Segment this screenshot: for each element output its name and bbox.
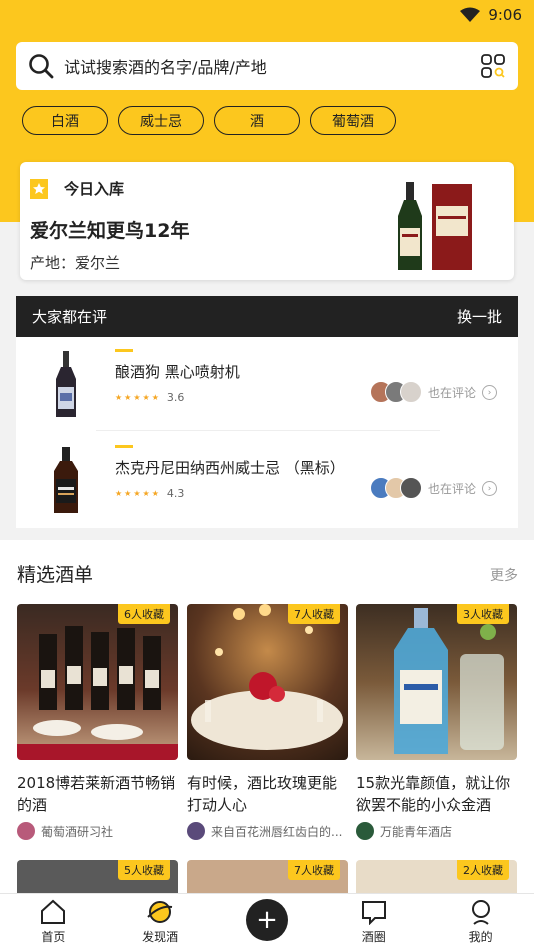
tab-label: 我的 <box>468 930 493 944</box>
gin-bottle-photo <box>394 608 504 754</box>
also-reviewing[interactable]: 也在评论 › <box>428 480 498 497</box>
community-review-panel: 大家都在评 换一批 酿酒狗 黑心喷射机 ★★★★★ 3.6 也在评论 › 杰克丹… <box>16 296 518 528</box>
curated-lists-section: 精选酒单 更多 6人收藏 2018博若莱新酒节畅销的酒 葡萄酒研习社 7人收藏 … <box>0 540 534 900</box>
more-link[interactable]: 更多 <box>490 565 518 585</box>
list-card[interactable]: 6人收藏 2018博若莱新酒节畅销的酒 葡萄酒研习社 <box>17 604 178 840</box>
tab-profile[interactable]: 我的 <box>441 899 521 945</box>
review-item-name: 杰克丹尼田纳西州威士忌 （黑标） <box>115 459 345 477</box>
favorite-count-badge: 6人收藏 <box>118 604 170 624</box>
favorite-count-badge: 7人收藏 <box>288 604 340 624</box>
star-bookmark-icon <box>30 178 48 199</box>
rating-score: 3.6 <box>166 391 185 404</box>
reviewer-avatars <box>370 381 422 403</box>
chip-jiu[interactable]: 酒 <box>214 106 300 135</box>
chip-baijiu[interactable]: 白酒 <box>22 106 108 135</box>
tab-label: 发现酒 <box>142 930 179 944</box>
search-bar[interactable]: 试试搜索酒的名字/品牌/产地 <box>16 42 518 90</box>
avatar <box>400 477 422 499</box>
star-icons: ★★★★★ <box>115 393 161 402</box>
review-header: 大家都在评 换一批 <box>16 296 518 337</box>
search-placeholder[interactable]: 试试搜索酒的名字/品牌/产地 <box>64 54 480 78</box>
also-reviewing-label: 也在评论 <box>428 482 477 496</box>
also-reviewing[interactable]: 也在评论 › <box>428 384 498 401</box>
avatar <box>187 822 205 840</box>
today-product-origin: 产地：爱尔兰 <box>30 254 121 272</box>
search-icon <box>29 54 54 79</box>
review-item[interactable]: 杰克丹尼田纳西州威士忌 （黑标） ★★★★★ 4.3 也在评论 › <box>16 433 518 525</box>
tab-label: 酒圈 <box>361 930 386 944</box>
today-tag-label: 今日入库 <box>64 180 125 198</box>
tab-label: 首页 <box>41 930 66 944</box>
beer-bottle-image <box>56 351 76 417</box>
review-item[interactable]: 酿酒狗 黑心喷射机 ★★★★★ 3.6 也在评论 › <box>16 337 518 429</box>
also-reviewing-label: 也在评论 <box>428 386 477 400</box>
favorite-count-badge: 5人收藏 <box>118 860 170 880</box>
divider <box>96 430 440 431</box>
whiskey-bottle-image <box>54 447 78 513</box>
chat-bubble-icon <box>361 901 386 925</box>
favorite-count-badge: 7人收藏 <box>288 860 340 880</box>
today-stock-card[interactable]: 今日入库 爱尔兰知更鸟12年 产地：爱尔兰 <box>20 162 514 280</box>
tab-home[interactable]: 首页 <box>13 899 93 945</box>
today-tag: 今日入库 <box>30 178 124 199</box>
list-card[interactable]: 7人收藏 有时候，酒比玫瑰更能打动人心 来自百花洲唇红齿白的... <box>187 604 348 840</box>
review-item-name: 酿酒狗 黑心喷射机 <box>115 363 240 381</box>
list-card-title: 15款光靠颜值，就让你欲罢不能的小众金酒 <box>356 774 511 814</box>
rating-stars: ★★★★★ 4.3 <box>115 487 184 500</box>
avatar <box>17 822 35 840</box>
category-chips: 白酒 威士忌 酒 葡萄酒 <box>22 106 396 135</box>
wine-bottles-photo <box>17 626 178 760</box>
dinner-table-photo <box>191 604 343 750</box>
list-card-image: 7人收藏 <box>187 604 348 760</box>
planet-icon <box>147 901 173 923</box>
yellow-accent <box>115 349 133 352</box>
status-bar: 9:06 <box>0 0 534 30</box>
rating-score: 4.3 <box>166 487 185 500</box>
list-card-title: 有时候，酒比玫瑰更能打动人心 <box>187 774 338 814</box>
list-card-source: 来自百花洲唇红齿白的... <box>187 822 348 840</box>
list-card[interactable]: 3人收藏 15款光靠颜值，就让你欲罢不能的小众金酒 万能青年酒店 <box>356 604 517 840</box>
refresh-button[interactable]: 换一批 <box>457 306 502 327</box>
source-name: 万能青年酒店 <box>380 824 453 839</box>
avatar <box>400 381 422 403</box>
tab-circle[interactable]: 酒圈 <box>334 899 414 945</box>
list-card-image: 6人收藏 <box>17 604 178 760</box>
favorite-count-badge: 3人收藏 <box>457 604 509 624</box>
today-product-name: 爱尔兰知更鸟12年 <box>30 220 190 242</box>
add-icon: + <box>245 899 288 941</box>
list-card-source: 万能青年酒店 <box>356 822 517 840</box>
source-name: 葡萄酒研习社 <box>41 824 114 839</box>
list-card-image: 3人收藏 <box>356 604 517 760</box>
review-title: 大家都在评 <box>32 308 108 326</box>
profile-icon <box>471 900 490 925</box>
status-time: 9:06 <box>488 6 522 24</box>
bottom-tab-bar: 首页 发现酒 + 酒圈 我的 <box>0 893 534 949</box>
source-name: 来自百花洲唇红齿白的... <box>211 824 343 839</box>
chip-whisky[interactable]: 威士忌 <box>118 106 204 135</box>
chevron-right-icon: › <box>482 481 498 496</box>
star-icons: ★★★★★ <box>115 489 161 498</box>
rating-stars: ★★★★★ 3.6 <box>115 391 184 404</box>
list-card-title: 2018博若莱新酒节畅销的酒 <box>17 774 176 814</box>
section-title: 精选酒单 <box>17 564 94 586</box>
wifi-icon <box>460 7 481 22</box>
tab-add[interactable]: + <box>227 899 307 945</box>
chevron-right-icon: › <box>482 385 498 400</box>
list-card-source: 葡萄酒研习社 <box>17 822 178 840</box>
tab-discover[interactable]: 发现酒 <box>120 899 200 945</box>
product-bottle-image <box>398 182 472 270</box>
avatar <box>356 822 374 840</box>
yellow-accent <box>115 445 133 448</box>
home-icon <box>41 899 66 924</box>
favorite-count-badge: 2人收藏 <box>457 860 509 880</box>
reviewer-avatars <box>370 477 422 499</box>
scan-icon[interactable] <box>480 53 506 79</box>
chip-wine[interactable]: 葡萄酒 <box>310 106 396 135</box>
